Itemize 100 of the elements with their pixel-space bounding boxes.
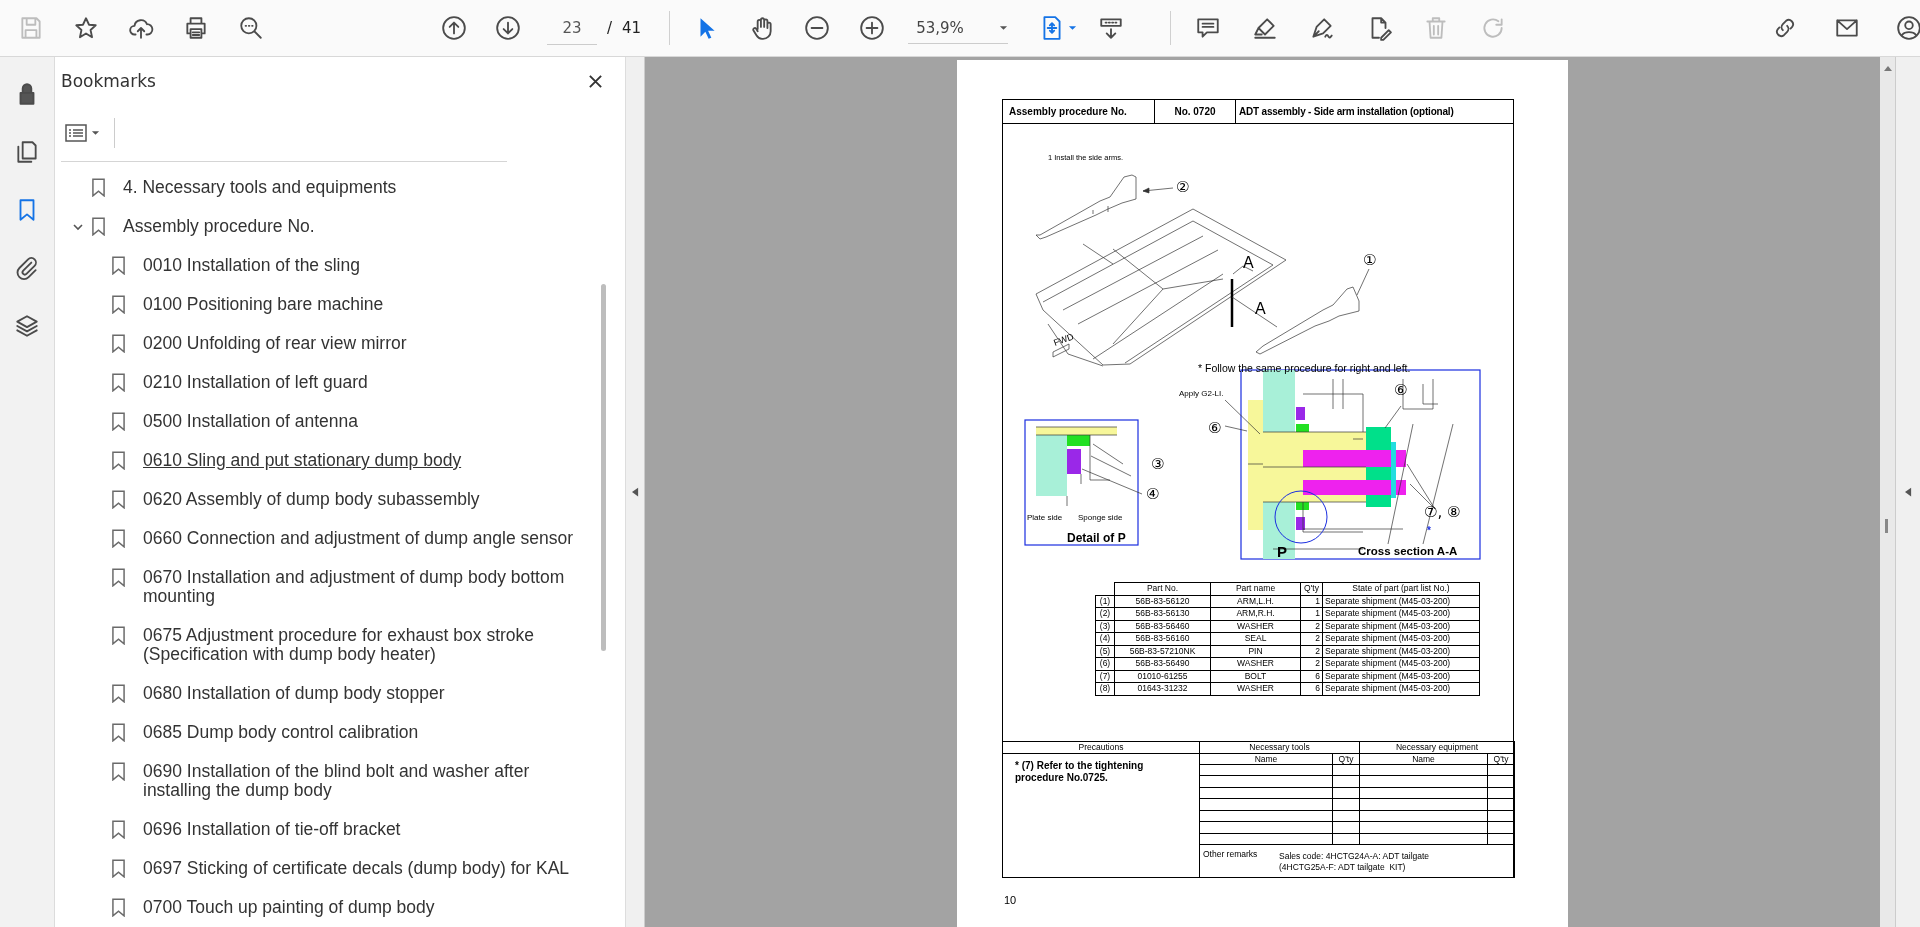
table-cell: 6: [1300, 682, 1323, 695]
table-cell: PIN: [1210, 645, 1301, 658]
table-cell: BOLT: [1210, 670, 1301, 683]
figure-title: Detail of P: [1067, 531, 1126, 545]
caret-icon: [1068, 25, 1078, 31]
remarks-label: Other remarks: [1203, 849, 1259, 860]
callout-number: ⑥: [1394, 381, 1408, 399]
table-cell: Separate shipment (M45-03-200): [1322, 682, 1480, 695]
column-header: Q'ty: [1487, 753, 1515, 764]
table-cell: 56B-83-57210NK: [1114, 645, 1211, 658]
table-cell: Separate shipment (M45-03-200): [1322, 632, 1480, 645]
bookmark-icon: [112, 373, 125, 392]
table-cell: 1: [1300, 595, 1323, 608]
page-number-field[interactable]: 23: [547, 11, 597, 45]
bookmark-item[interactable]: 0200 Unfolding of rear view mirror: [143, 334, 407, 353]
table-cell: (6): [1095, 657, 1115, 670]
remarks-text: (4HCTG25A-F: ADT tailgate KIT): [1279, 862, 1407, 873]
bookmark-icon: [112, 762, 125, 781]
table-cell: 2: [1300, 632, 1323, 645]
bookmark-item[interactable]: 0210 Installation of left guard: [143, 373, 368, 392]
bookmark-icon: [112, 451, 125, 470]
callout-number: ④: [1146, 485, 1160, 503]
bookmark-item[interactable]: 0690 Installation of the blind bolt and washer after installing the dump body: [143, 762, 586, 800]
table-cell: WASHER: [1210, 657, 1301, 670]
bookmark-icon: [112, 334, 125, 353]
bookmark-icon: [112, 295, 125, 314]
precaution-note: * (7) Refer to the tightening procedure No.0725.: [1015, 759, 1145, 784]
zoom-value: 53,9%: [916, 18, 964, 37]
bookmark-item[interactable]: 0697 Sticking of certificate decals (dump body) for KAL: [143, 859, 570, 878]
leader-line: [1231, 296, 1278, 328]
zoom-dropdown[interactable]: 53,9%: [908, 12, 1009, 44]
callout-number: ③: [1151, 455, 1165, 473]
zoom-in-icon: [859, 15, 886, 41]
header-cell-text: ADT assembly - Side arm installation (optional): [1238, 105, 1455, 119]
table-cell: 2: [1300, 657, 1323, 670]
bookmark-item[interactable]: Assembly procedure No.: [123, 217, 315, 236]
bookmark-item[interactable]: 0620 Assembly of dump body subassembly: [143, 490, 480, 509]
column-header: State of part (part list No.): [1322, 582, 1480, 595]
bookmark-item[interactable]: 0685 Dump body control calibration: [143, 723, 419, 742]
table-cell: (8): [1095, 682, 1115, 695]
bookmark-icon: [112, 723, 125, 742]
column-header: Q'ty: [1332, 753, 1360, 764]
asterisk-mark: *: [1427, 525, 1431, 536]
table-cell: (7): [1095, 670, 1115, 683]
bookmark-item[interactable]: 0610 Sling and put stationary dump body: [143, 451, 462, 470]
section-letter: A: [1255, 300, 1266, 317]
callout-number: ⑥: [1208, 419, 1222, 437]
figure-label: P: [1277, 543, 1287, 560]
column-header: Necessary equipment: [1359, 741, 1515, 753]
bookmark-item[interactable]: 0700 Touch up painting of dump body: [143, 898, 435, 917]
header-cell: No. 0720: [1155, 100, 1236, 123]
caret-icon: [999, 24, 1009, 31]
table-cell: 1: [1300, 607, 1323, 620]
bookmark-item[interactable]: 0670 Installation and adjustment of dump body bottom mounting: [143, 568, 586, 606]
zoom-out-icon: [804, 15, 831, 41]
column-header: Part No.: [1114, 582, 1211, 595]
table-cell: 56B-83-56460: [1114, 620, 1211, 633]
table-cell: 01643-31232: [1114, 682, 1211, 695]
layers-icon: [14, 313, 40, 339]
collapse-panel-icon[interactable]: [631, 487, 639, 497]
bookmark-icon: [112, 568, 125, 587]
bookmark-icon: [112, 898, 125, 917]
callout-number: ⑦, ⑧: [1424, 503, 1461, 521]
table-cell: 2: [1300, 620, 1323, 633]
note-text: * Follow the same procedure for right and left.: [1198, 362, 1411, 374]
section-letter: A: [1243, 254, 1254, 271]
column-header: Part name: [1210, 582, 1301, 595]
expand-panel-icon[interactable]: [1904, 487, 1912, 497]
pages-icon: [14, 139, 40, 165]
bookmark-item[interactable]: 0675 Adjustment procedure for exhaust box stroke (Specification with dump body heater): [143, 626, 586, 664]
header-cell: Assembly procedure No.: [1003, 100, 1155, 123]
column-header: Name: [1359, 753, 1488, 764]
bookmark-icon: [112, 490, 125, 509]
bookmark-item[interactable]: 4. Necessary tools and equipments: [123, 178, 397, 197]
bookmark-item[interactable]: 0680 Installation of dump body stopper: [143, 684, 445, 703]
bookmark-item[interactable]: 0696 Installation of tie-off bracket: [143, 820, 401, 839]
table-cell: (3): [1095, 620, 1115, 633]
scrollbar[interactable]: [1880, 57, 1895, 927]
figure-title: Cross section A-A: [1358, 545, 1458, 557]
callout-number: ①: [1363, 251, 1377, 269]
table-cell: (5): [1095, 645, 1115, 658]
bookmark-icon: [112, 820, 125, 839]
table-cell: SEAL: [1210, 632, 1301, 645]
bookmark-item[interactable]: 0010 Installation of the sling: [143, 256, 360, 275]
printer-icon: [183, 15, 209, 41]
bookmark-item[interactable]: 0100 Positioning bare machine: [143, 295, 384, 314]
bookmark-icon: [92, 178, 105, 197]
bookmark-item[interactable]: 0500 Installation of antenna: [143, 412, 359, 431]
table-cell: (4): [1095, 632, 1115, 645]
column-header: Necessary tools: [1199, 741, 1360, 753]
panel-title: Bookmarks: [61, 71, 156, 91]
scroll-up-icon[interactable]: [1883, 65, 1892, 71]
table-cell: 56B-83-56120: [1114, 595, 1211, 608]
bookmark-item[interactable]: 0660 Connection and adjustment of dump angle sensor: [143, 529, 573, 548]
direction-label: FWD: [1052, 331, 1075, 348]
bookmark-icon: [92, 217, 105, 236]
leader-line: [1142, 187, 1174, 194]
figure-label: Plate side: [1027, 513, 1063, 522]
table-cell: Separate shipment (M45-03-200): [1322, 645, 1480, 658]
caret-icon: [91, 130, 100, 136]
